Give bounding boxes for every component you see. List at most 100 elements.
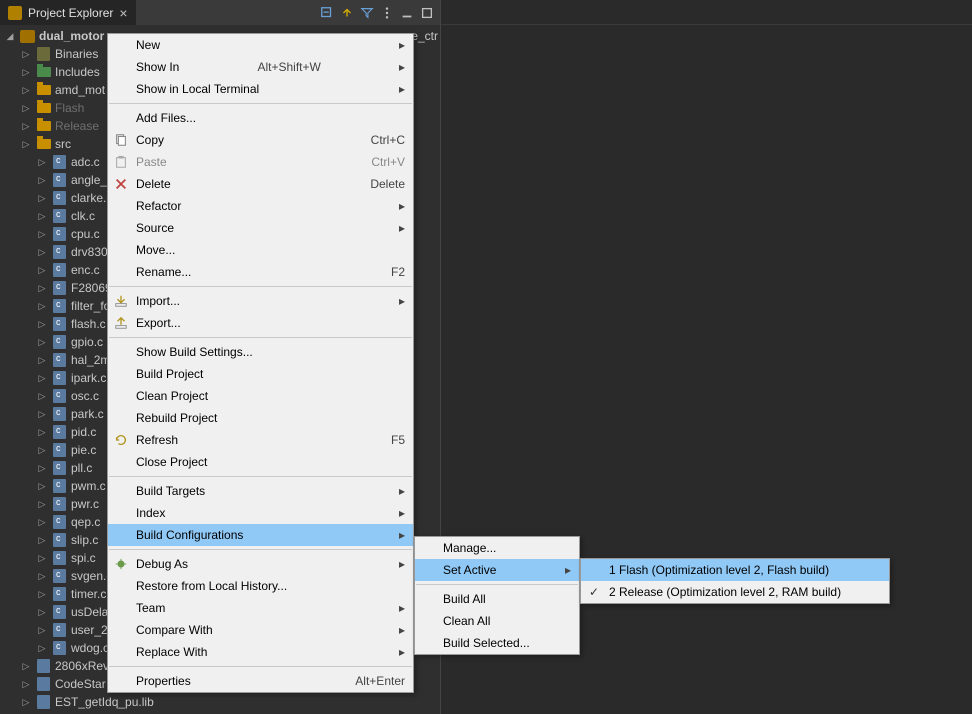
expand-icon[interactable] bbox=[36, 498, 48, 510]
c-icon bbox=[52, 335, 67, 349]
menu-item[interactable]: New▸ bbox=[108, 34, 413, 56]
menu-item[interactable]: CopyCtrl+C bbox=[108, 129, 413, 151]
expand-icon[interactable] bbox=[36, 606, 48, 618]
expand-icon[interactable] bbox=[20, 120, 32, 132]
expand-icon[interactable] bbox=[20, 138, 32, 150]
expand-icon[interactable] bbox=[20, 66, 32, 78]
expand-icon[interactable] bbox=[20, 84, 32, 96]
menu-item[interactable]: Show InAlt+Shift+W▸ bbox=[108, 56, 413, 78]
expand-icon[interactable] bbox=[36, 570, 48, 582]
menu-item[interactable]: Replace With▸ bbox=[108, 641, 413, 663]
expand-icon[interactable] bbox=[36, 228, 48, 240]
menu-item[interactable]: Import...▸ bbox=[108, 290, 413, 312]
expand-icon[interactable] bbox=[36, 282, 48, 294]
tree-item-label: pwm.c bbox=[71, 479, 106, 493]
panel-title: Project Explorer bbox=[28, 6, 113, 20]
menu-item[interactable]: PropertiesAlt+Enter bbox=[108, 670, 413, 692]
expand-icon[interactable] bbox=[20, 660, 32, 672]
menu-item[interactable]: Show Build Settings... bbox=[108, 341, 413, 363]
menu-hotkey: Delete bbox=[370, 177, 405, 191]
expand-icon[interactable] bbox=[36, 408, 48, 420]
expand-icon[interactable] bbox=[36, 426, 48, 438]
view-menu-icon[interactable] bbox=[378, 4, 396, 22]
menu-item[interactable]: Set Active▸ bbox=[415, 559, 579, 581]
menu-item-label: New bbox=[136, 38, 160, 52]
menu-item-label: Close Project bbox=[136, 455, 207, 469]
menu-item[interactable]: Debug As▸ bbox=[108, 553, 413, 575]
menu-item[interactable]: Export... bbox=[108, 312, 413, 334]
c-icon bbox=[52, 533, 67, 547]
maximize-icon[interactable] bbox=[418, 4, 436, 22]
expand-icon[interactable] bbox=[36, 588, 48, 600]
expand-icon[interactable] bbox=[36, 156, 48, 168]
tree-item-label: Binaries bbox=[55, 47, 98, 61]
link-editor-icon[interactable] bbox=[338, 4, 356, 22]
menu-item[interactable]: Move... bbox=[108, 239, 413, 261]
menu-item-label: 1 Flash (Optimization level 2, Flash bui… bbox=[609, 563, 829, 577]
expand-icon[interactable] bbox=[36, 390, 48, 402]
expand-icon[interactable] bbox=[20, 696, 32, 708]
minimize-icon[interactable] bbox=[398, 4, 416, 22]
expand-icon[interactable] bbox=[36, 642, 48, 654]
folder-yellow-icon bbox=[36, 137, 51, 151]
expand-icon[interactable] bbox=[36, 516, 48, 528]
menu-item[interactable]: Build All bbox=[415, 588, 579, 610]
menu-item[interactable]: Clean All bbox=[415, 610, 579, 632]
menu-item[interactable]: Build Project bbox=[108, 363, 413, 385]
menu-item[interactable]: Build Configurations▸ bbox=[108, 524, 413, 546]
build-config-submenu[interactable]: Manage...Set Active▸ Build All Clean All Bu… bbox=[414, 536, 580, 655]
menu-item[interactable]: ✓2 Release (Optimization level 2, RAM bu… bbox=[581, 581, 889, 603]
expand-icon[interactable] bbox=[36, 462, 48, 474]
expand-icon[interactable] bbox=[36, 372, 48, 384]
tree-item-label: osc.c bbox=[71, 389, 99, 403]
filter-icon[interactable] bbox=[358, 4, 376, 22]
set-active-submenu[interactable]: 1 Flash (Optimization level 2, Flash bui… bbox=[580, 558, 890, 604]
menu-item[interactable]: Build Targets▸ bbox=[108, 480, 413, 502]
menu-item-label: Clean All bbox=[443, 614, 490, 628]
menu-item[interactable]: Build Selected... bbox=[415, 632, 579, 654]
expand-icon[interactable] bbox=[36, 624, 48, 636]
collapse-all-icon[interactable] bbox=[318, 4, 336, 22]
context-menu[interactable]: New▸Show InAlt+Shift+W▸Show in Local Ter… bbox=[107, 33, 414, 693]
menu-item[interactable]: Restore from Local History... bbox=[108, 575, 413, 597]
expand-icon[interactable] bbox=[20, 102, 32, 114]
expand-icon[interactable] bbox=[36, 444, 48, 456]
expand-icon[interactable] bbox=[36, 174, 48, 186]
expand-icon[interactable] bbox=[36, 192, 48, 204]
expand-icon[interactable] bbox=[36, 336, 48, 348]
c-icon bbox=[52, 227, 67, 241]
expand-icon[interactable] bbox=[36, 246, 48, 258]
menu-item[interactable]: DeleteDelete bbox=[108, 173, 413, 195]
expand-icon[interactable] bbox=[36, 318, 48, 330]
expand-icon[interactable] bbox=[20, 48, 32, 60]
menu-item[interactable]: RefreshF5 bbox=[108, 429, 413, 451]
menu-item[interactable]: Rename...F2 bbox=[108, 261, 413, 283]
expand-icon[interactable] bbox=[36, 480, 48, 492]
menu-item[interactable]: Compare With▸ bbox=[108, 619, 413, 641]
menu-item[interactable]: Index▸ bbox=[108, 502, 413, 524]
menu-item[interactable]: 1 Flash (Optimization level 2, Flash bui… bbox=[581, 559, 889, 581]
expand-icon[interactable] bbox=[36, 354, 48, 366]
menu-item[interactable]: Manage... bbox=[415, 537, 579, 559]
expand-icon[interactable] bbox=[4, 30, 16, 42]
menu-item[interactable]: Refactor▸ bbox=[108, 195, 413, 217]
submenu-arrow-icon: ▸ bbox=[399, 484, 405, 498]
close-icon[interactable]: × bbox=[119, 5, 127, 21]
menu-item[interactable]: Close Project bbox=[108, 451, 413, 473]
expand-icon[interactable] bbox=[36, 300, 48, 312]
submenu-arrow-icon: ▸ bbox=[399, 60, 405, 74]
c-icon bbox=[52, 587, 67, 601]
menu-item-label: Restore from Local History... bbox=[136, 579, 287, 593]
expand-icon[interactable] bbox=[36, 264, 48, 276]
menu-item[interactable]: Show in Local Terminal▸ bbox=[108, 78, 413, 100]
expand-icon[interactable] bbox=[36, 534, 48, 546]
menu-item[interactable]: Source▸ bbox=[108, 217, 413, 239]
expand-icon[interactable] bbox=[36, 552, 48, 564]
expand-icon[interactable] bbox=[36, 210, 48, 222]
menu-item[interactable]: Add Files... bbox=[108, 107, 413, 129]
expand-icon[interactable] bbox=[20, 678, 32, 690]
menu-item[interactable]: Clean Project bbox=[108, 385, 413, 407]
menu-item[interactable]: Rebuild Project bbox=[108, 407, 413, 429]
menu-item[interactable]: Team▸ bbox=[108, 597, 413, 619]
panel-tab[interactable]: Project Explorer × bbox=[0, 0, 136, 25]
